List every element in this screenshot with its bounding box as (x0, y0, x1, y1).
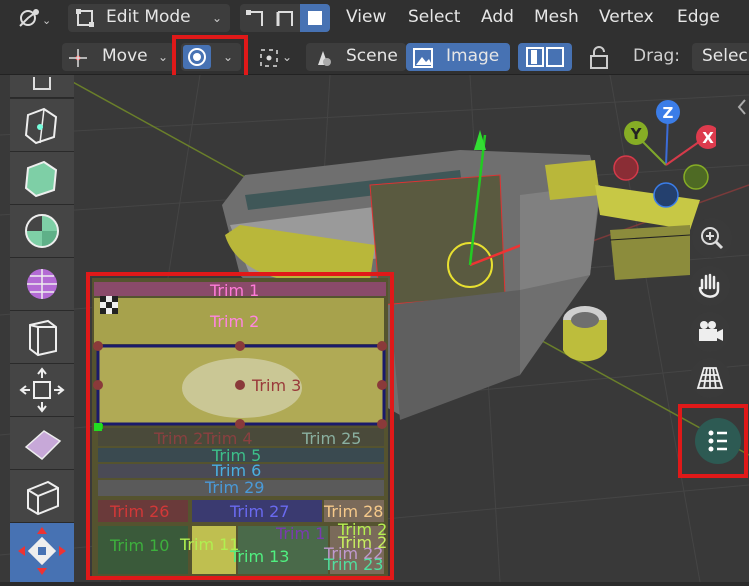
scene-icon (318, 51, 331, 66)
uv-sync-toggle[interactable] (518, 43, 572, 71)
tool-knife[interactable] (10, 99, 74, 152)
tool-poly-build[interactable] (10, 152, 74, 205)
mode-dropdown[interactable]: Edit Mode ⌄ (68, 4, 230, 32)
gizmo-neg-y[interactable] (683, 164, 709, 190)
edge-slide-tool-icon (29, 319, 57, 357)
navigation-gizmo[interactable]: Z Y X (606, 95, 716, 215)
knife-tool-icon (24, 107, 58, 145)
tool-edge-slide[interactable] (10, 311, 74, 364)
chevron-down-icon: ⌄ (158, 50, 169, 64)
spin-tool-icon (25, 214, 59, 248)
rip-region-tool-icon (27, 480, 59, 516)
orientation-scene-label: Scene (346, 46, 398, 66)
menu-vertex[interactable]: Vertex (599, 5, 654, 29)
camera-view-button[interactable] (690, 312, 730, 352)
edge-select-button[interactable] (270, 4, 300, 32)
menu-view[interactable]: View (346, 5, 386, 29)
uv-sync-icon (526, 47, 564, 67)
snap-target-dropdown[interactable]: ⌄ (256, 43, 298, 71)
zoom-button[interactable] (692, 218, 732, 258)
smooth-tool-icon (27, 269, 57, 299)
drag-label: Drag: (633, 46, 681, 66)
tool-shear[interactable] (10, 417, 74, 470)
vertex-select-button[interactable] (240, 4, 270, 32)
menu-edge[interactable]: Edge (677, 5, 720, 29)
menu-add[interactable]: Add (481, 5, 514, 29)
tool-spin[interactable] (10, 205, 74, 258)
tool-smooth[interactable] (10, 258, 74, 311)
gizmo-neg-z[interactable] (653, 182, 679, 208)
zoom-icon (701, 227, 724, 250)
highlight-sidebar-toggle (678, 404, 748, 478)
move-icon (69, 49, 87, 67)
tool-shrink-fatten[interactable] (10, 364, 74, 417)
perspective-toggle-button[interactable] (690, 358, 730, 398)
grid-perspective-icon (696, 367, 724, 389)
gizmo-neg-x[interactable] (613, 155, 639, 181)
orientation-image-label: Image (446, 46, 500, 66)
select-mode-group[interactable] (240, 4, 330, 32)
lock-icon[interactable] (586, 45, 614, 71)
gizmo-y-label: Y (630, 125, 643, 143)
menu-select[interactable]: Select (408, 5, 460, 29)
orientation-scene-button[interactable]: Scene (306, 43, 406, 71)
highlight-uv-trim-panel (86, 272, 394, 580)
hand-icon (698, 273, 720, 298)
shrink-fatten-tool-icon (19, 367, 65, 413)
object-interaction-icon[interactable]: ⌄ (14, 4, 54, 32)
transform-dropdown[interactable]: Move ⌄ (62, 43, 174, 71)
tool-rip-region[interactable] (10, 470, 74, 523)
tool-bevel[interactable] (10, 75, 74, 98)
transform-label: Move (102, 46, 148, 66)
drag-value: Selec (702, 46, 748, 66)
svg-text:⌄: ⌄ (42, 14, 51, 27)
bevel-tool-icon (33, 77, 51, 90)
move-tool-icon (18, 527, 66, 575)
camera-icon (699, 321, 723, 341)
chevron-down-icon: ⌄ (212, 11, 223, 25)
snap-target-icon (260, 49, 278, 67)
sidebar-collapse-arrow-icon[interactable] (736, 97, 748, 117)
gizmo-x-label: X (702, 129, 714, 147)
drag-dropdown[interactable]: Selec (692, 43, 749, 71)
tool-move[interactable] (10, 523, 74, 583)
pan-button[interactable] (690, 266, 730, 306)
chevron-down-icon: ⌄ (282, 50, 293, 64)
face-select-button[interactable] (300, 4, 330, 32)
menu-mesh[interactable]: Mesh (534, 5, 579, 29)
gizmo-z-label: Z (663, 104, 674, 122)
shear-tool-icon (24, 430, 62, 460)
orientation-image-button[interactable]: Image (406, 43, 510, 71)
mode-label: Edit Mode (106, 7, 191, 27)
poly-build-tool-icon (24, 160, 58, 198)
edit-mode-icon (76, 9, 94, 27)
image-icon (413, 48, 433, 68)
